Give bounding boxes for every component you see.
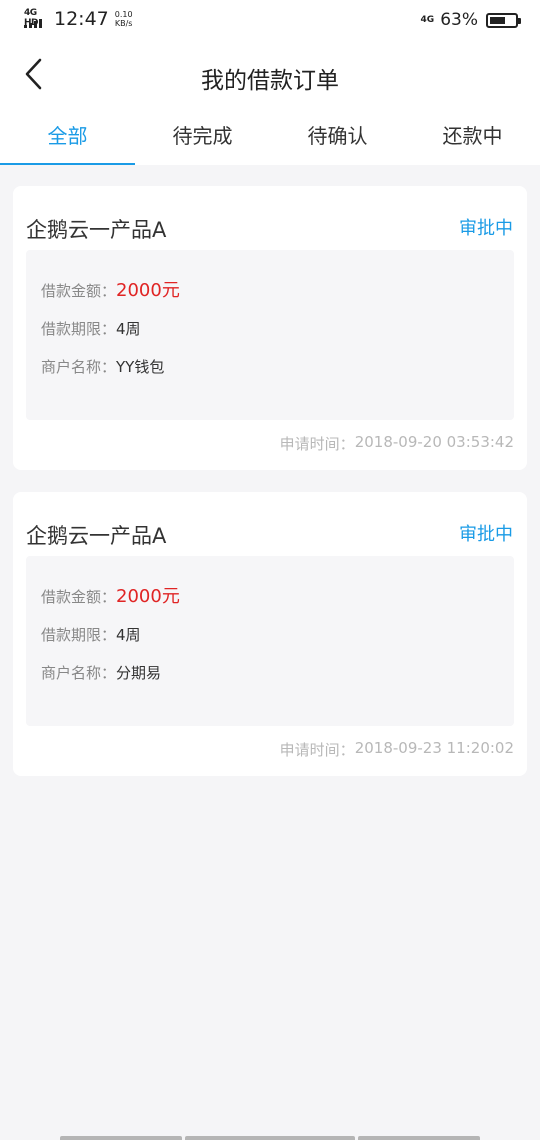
tab-pending[interactable]: 待完成 xyxy=(135,108,270,165)
amount-value: 2000元 xyxy=(116,586,180,607)
status-badge: 审批中 xyxy=(459,218,513,239)
amount-label: 借款金额： xyxy=(41,282,117,300)
product-name: 企鹅云一产品A xyxy=(26,524,167,548)
signal-icon: 4G HD xyxy=(24,8,46,29)
status-bar: 4G HD 12:47 0.10 KB/s 4G 63% xyxy=(0,0,540,42)
nav-gesture-bar[interactable] xyxy=(60,1136,182,1140)
term-row: 借款期限： 4周 xyxy=(41,318,141,339)
apply-time-label: 申请时间： xyxy=(279,741,355,759)
apply-time-label: 申请时间： xyxy=(279,435,355,453)
nav-bar: 我的借款订单 xyxy=(0,42,540,108)
amount-row: 借款金额： 2000元 xyxy=(41,582,180,608)
filter-tabs: 全部 待完成 待确认 还款中 xyxy=(0,108,540,165)
nav-gesture-bar[interactable] xyxy=(358,1136,480,1140)
speed-unit: KB/s xyxy=(114,19,133,28)
apply-time-value: 2018-09-23 11:20:02 xyxy=(354,739,514,757)
apply-time: 申请时间： 2018-09-23 11:20:02 xyxy=(280,739,514,760)
merchant-row: 商户名称： 分期易 xyxy=(41,662,161,683)
battery-icon xyxy=(486,12,521,28)
amount-row: 借款金额： 2000元 xyxy=(41,276,180,302)
clock: 12:47 xyxy=(54,8,109,30)
battery-percent: 63% xyxy=(440,10,478,30)
term-value: 4周 xyxy=(116,320,141,338)
term-row: 借款期限： 4周 xyxy=(41,624,141,645)
product-name: 企鹅云一产品A xyxy=(26,218,167,242)
merchant-row: 商户名称： YY钱包 xyxy=(41,356,164,377)
term-label: 借款期限： xyxy=(41,626,117,644)
order-card[interactable]: 企鹅云一产品A 审批中 借款金额： 2000元 借款期限： 4周 商户名称： Y… xyxy=(13,186,527,470)
amount-label: 借款金额： xyxy=(41,588,117,606)
order-details: 借款金额： 2000元 借款期限： 4周 商户名称： YY钱包 xyxy=(26,250,514,420)
merchant-label: 商户名称： xyxy=(41,664,117,682)
order-details: 借款金额： 2000元 借款期限： 4周 商户名称： 分期易 xyxy=(26,556,514,726)
status-badge: 审批中 xyxy=(459,524,513,545)
term-label: 借款期限： xyxy=(41,320,117,338)
speed-value: 0.10 xyxy=(114,10,133,19)
merchant-label: 商户名称： xyxy=(41,358,117,376)
amount-value: 2000元 xyxy=(116,280,180,301)
page-title: 我的借款订单 xyxy=(201,68,339,94)
merchant-value: YY钱包 xyxy=(116,358,165,376)
tab-all[interactable]: 全部 xyxy=(0,108,135,165)
tab-repaying[interactable]: 还款中 xyxy=(405,108,540,165)
order-card[interactable]: 企鹅云一产品A 审批中 借款金额： 2000元 借款期限： 4周 商户名称： 分… xyxy=(13,492,527,776)
apply-time-value: 2018-09-20 03:53:42 xyxy=(354,433,514,451)
term-value: 4周 xyxy=(116,626,141,644)
nav-gesture-bar[interactable] xyxy=(185,1136,355,1140)
merchant-value: 分期易 xyxy=(116,664,162,682)
apply-time: 申请时间： 2018-09-20 03:53:42 xyxy=(280,433,514,454)
tab-to-confirm[interactable]: 待确认 xyxy=(270,108,405,165)
network-speed: 0.10 KB/s xyxy=(115,10,133,28)
cellular-4g-icon: 4G xyxy=(420,14,435,25)
